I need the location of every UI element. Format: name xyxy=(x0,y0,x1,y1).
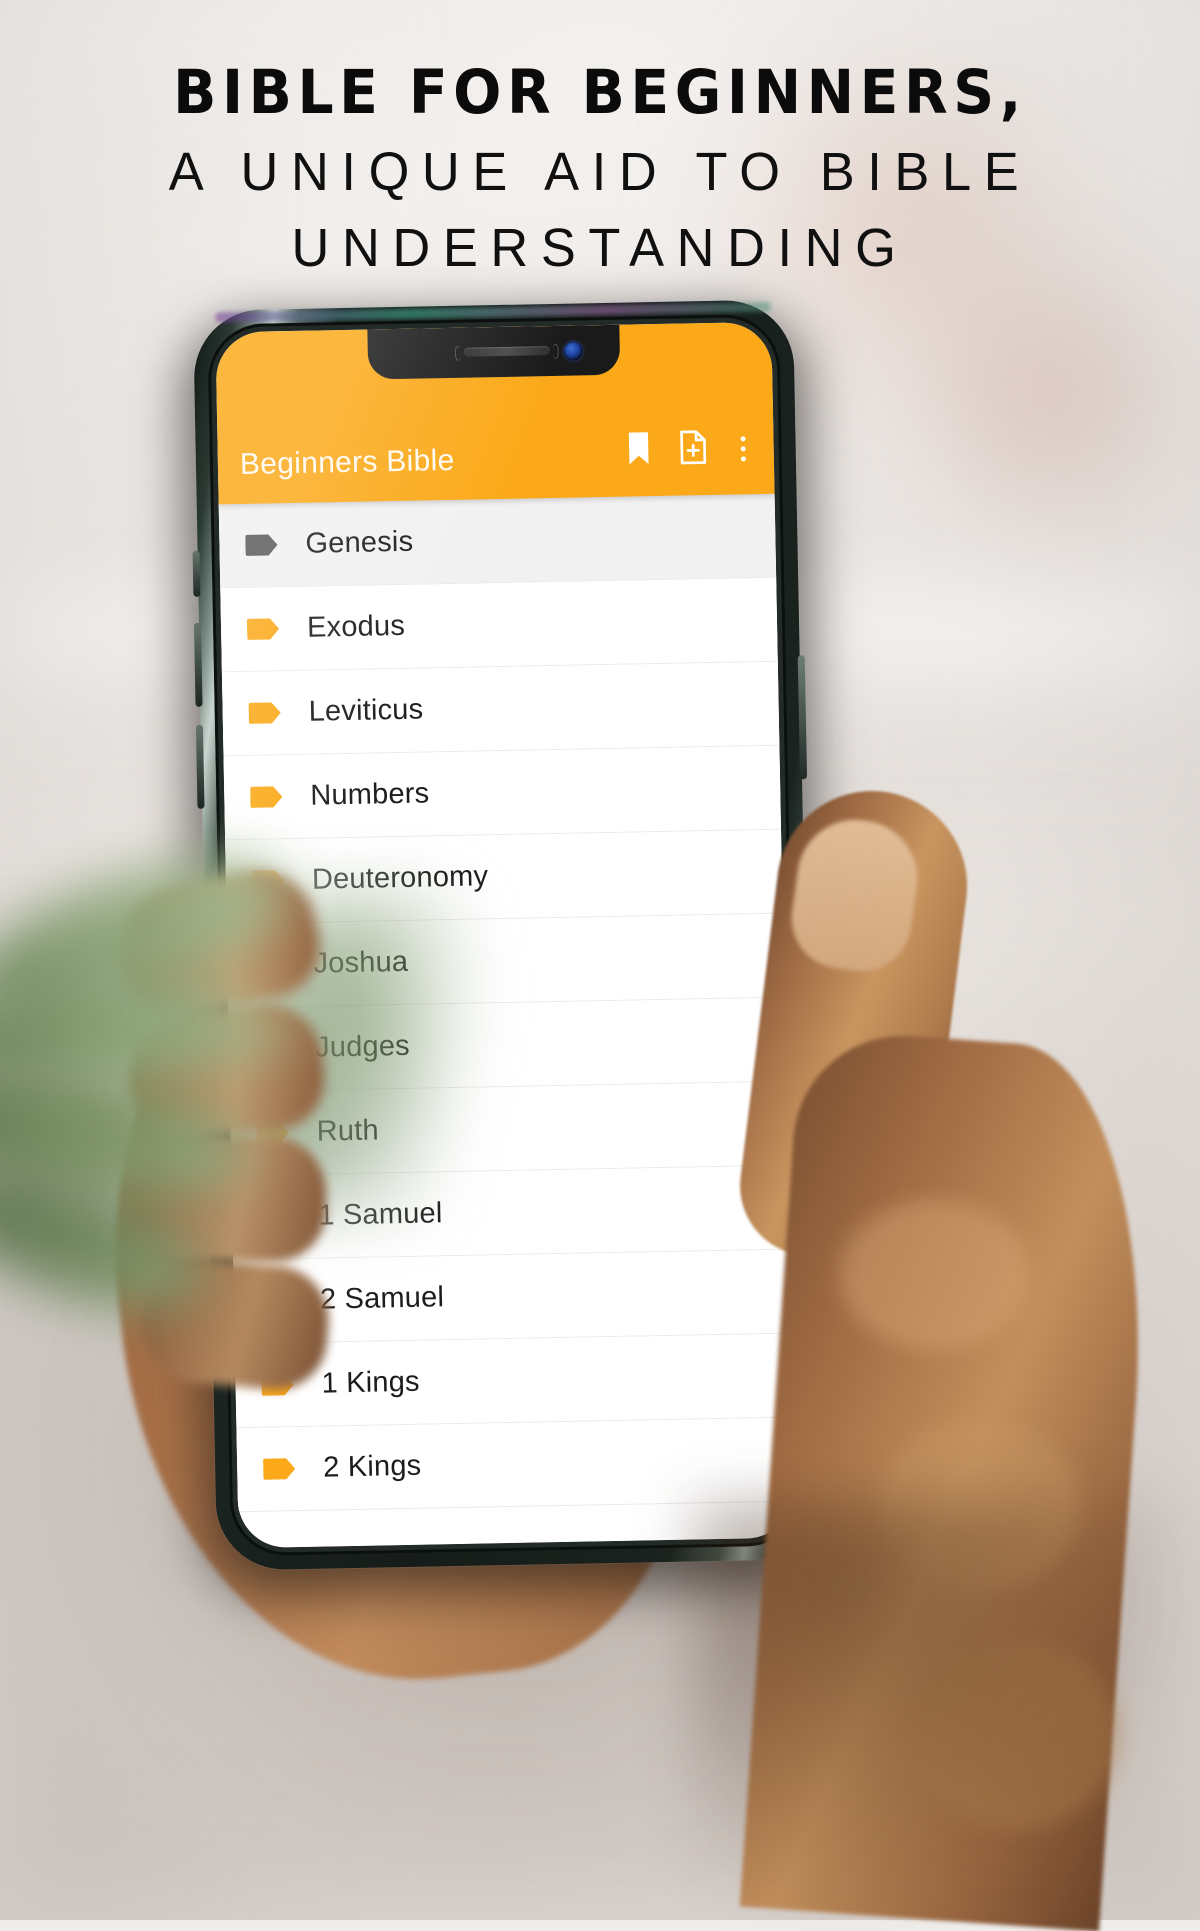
book-list-item-label: 2 Kings xyxy=(322,1449,422,1484)
earpiece-speaker-icon xyxy=(463,346,550,357)
book-list-item-label: 1 Kings xyxy=(321,1365,421,1400)
bookmark-tag-icon xyxy=(250,784,284,810)
book-list-item[interactable]: Numbers xyxy=(223,745,782,841)
book-list-item[interactable]: Genesis xyxy=(218,493,777,589)
book-list-item-label: 1 Samuel xyxy=(318,1197,443,1232)
bookmark-icon[interactable] xyxy=(625,431,652,470)
book-list-item[interactable]: Exodus xyxy=(220,577,778,673)
bookmark-tag-icon xyxy=(248,700,282,726)
book-list-item-label: Numbers xyxy=(309,777,430,812)
app-bar-title: Beginners Bible xyxy=(239,443,455,481)
phone-mute-switch[interactable] xyxy=(192,550,201,597)
book-list-item-label: Joshua xyxy=(313,945,409,980)
bookmark-tag-icon xyxy=(246,616,281,642)
book-list-item[interactable]: 2 Kings xyxy=(236,1417,794,1513)
promo-headline: BIBLE FOR BEGINNERS, A UNIQUE AID TO BIB… xyxy=(0,62,1200,275)
add-note-icon[interactable] xyxy=(677,430,709,470)
hand-knuckle-1 xyxy=(840,1200,1030,1350)
book-list-item-label: Deuteronomy xyxy=(311,860,489,896)
book-list-item[interactable]: Leviticus xyxy=(221,661,780,757)
app-bar-actions xyxy=(625,429,752,474)
hand-wrist-shadow xyxy=(690,1500,1200,1920)
headline-line-1: BIBLE FOR BEGINNERS, xyxy=(173,57,1027,128)
book-list-item-label: Exodus xyxy=(306,609,406,644)
overflow-menu-icon[interactable] xyxy=(734,434,752,463)
book-list-item-label: Ruth xyxy=(316,1114,380,1148)
book-list-item-label: 2 Samuel xyxy=(319,1281,445,1316)
front-camera-icon xyxy=(563,341,583,361)
book-list-item-label: Judges xyxy=(314,1029,411,1064)
headline-line-3: UNDERSTANDING xyxy=(291,218,909,278)
book-list-item-label: Genesis xyxy=(305,525,414,560)
book-list-item-label: Leviticus xyxy=(308,693,424,728)
phone-notch xyxy=(367,324,621,380)
bookmark-tag-icon xyxy=(263,1456,297,1482)
bookmark-tag-icon xyxy=(245,532,279,558)
headline-line-2: A UNIQUE AID TO BIBLE xyxy=(168,142,1032,202)
